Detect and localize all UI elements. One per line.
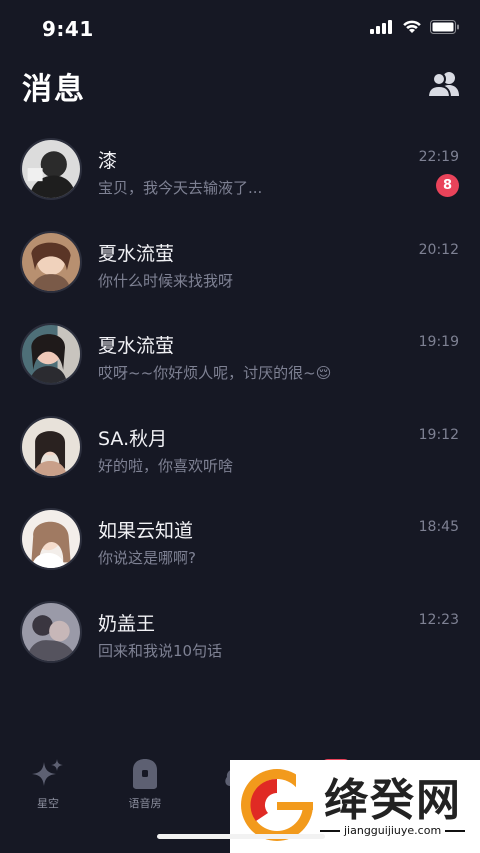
- conversation-name: 夏水流萤: [98, 335, 175, 357]
- home-indicator: [157, 834, 325, 839]
- watermark-url: jiangguijiuye.com: [316, 824, 469, 837]
- conversation-time: 22:19: [418, 149, 459, 165]
- conversation-time: 19:12: [418, 426, 459, 443]
- status-bar: 9:41: [0, 0, 480, 56]
- wifi-icon: [403, 20, 421, 33]
- avatar: [20, 323, 82, 385]
- conversation-preview: 你说这是哪啊?: [98, 549, 196, 567]
- conversation-preview: 你什么时候来找我呀: [98, 271, 234, 290]
- conversation-name: 漆: [98, 150, 118, 172]
- conversation-time: 20:12: [418, 241, 459, 258]
- page-title: 消息: [22, 72, 86, 107]
- conversation-item[interactable]: 夏水流萤 你什么时候来找我呀 20:12: [0, 215, 480, 308]
- conversation-time: 12:23: [418, 611, 459, 628]
- conversation-name: SA.秋月: [98, 427, 168, 450]
- signal-icon: [370, 20, 392, 34]
- conversation-time: 19:19: [418, 334, 459, 350]
- conversation-preview: 哎呀~~你好烦人呢，讨厌的很~😌: [98, 364, 332, 382]
- avatar: [20, 508, 82, 570]
- watermark: 绛癸网 jiangguijiuye.com: [230, 760, 480, 853]
- conversation-preview: 回来和我说10句话: [98, 641, 223, 660]
- conversation-time: 18:45: [418, 519, 459, 535]
- tab-label: 星空: [37, 797, 59, 810]
- status-time: 9:41: [42, 17, 94, 41]
- conversation-item[interactable]: SA.秋月 好的啦，你喜欢听啥 19:12: [0, 400, 480, 493]
- watermark-title: 绛癸网: [324, 775, 462, 826]
- avatar: [20, 415, 82, 478]
- contacts-icon: [426, 72, 459, 98]
- conversation-item[interactable]: 如果云知道 你说这是哪啊? 18:45: [0, 492, 480, 585]
- status-icons: [370, 20, 460, 34]
- conversation-list: 漆 宝贝，我今天去输液了... 22:19 8 夏水流萤 你什么时候来找我呀 2…: [0, 122, 480, 677]
- conversation-preview: 宝贝，我今天去输液了...: [98, 179, 263, 197]
- conversation-preview: 好的啦，你喜欢听啥: [98, 456, 234, 475]
- tab-starry[interactable]: 星空: [8, 756, 88, 811]
- conversation-item[interactable]: 奶盖王 回来和我说10句话 12:23: [0, 585, 480, 678]
- conversation-name: 夏水流萤: [98, 242, 175, 265]
- voice-room-icon: [133, 759, 157, 789]
- sparkle-icon: [32, 759, 63, 786]
- conversation-item[interactable]: 夏水流萤 哎呀~~你好烦人呢，讨厌的很~😌 19:19: [0, 307, 480, 400]
- watermark-logo: [241, 766, 316, 841]
- battery-icon: [430, 20, 459, 34]
- avatar: [20, 600, 82, 663]
- avatar: [20, 138, 82, 200]
- tab-label: 语音房: [128, 797, 162, 810]
- avatar: [20, 230, 82, 293]
- conversation-name: 如果云知道: [98, 520, 194, 542]
- contacts-button[interactable]: [426, 70, 460, 98]
- unread-badge: 8: [436, 174, 459, 197]
- conversation-name: 奶盖王: [98, 612, 156, 635]
- conversation-item[interactable]: 漆 宝贝，我今天去输液了... 22:19 8: [0, 122, 480, 215]
- tab-voice-room[interactable]: 语音房: [105, 756, 185, 811]
